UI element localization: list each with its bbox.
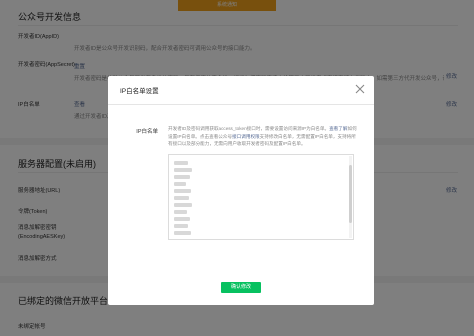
blurred-ip-entry — [174, 224, 188, 228]
dialog-title: IP白名单设置 — [120, 88, 159, 95]
blurred-ip-entry — [174, 196, 189, 200]
blurred-ip-entry — [174, 189, 191, 193]
confirm-modify-button[interactable]: 确认修改 — [221, 282, 261, 293]
blurred-ip-entry — [174, 161, 188, 165]
learn-more-link[interactable]: 查看了解 — [329, 126, 347, 131]
dialog-description: 开发者ID及密码调用获取access_token接口时，需要设置访问来源IP为白… — [168, 125, 358, 148]
blurred-ip-entry — [174, 231, 191, 235]
desc-text: 接口时，需要设置访问来源IP为白名单。 — [246, 126, 330, 131]
blurred-ip-entry — [174, 217, 190, 221]
blurred-ip-entry — [174, 175, 190, 179]
field-label-ip-whitelist: IP白名单 — [136, 129, 158, 135]
ip-whitelist-textarea[interactable] — [168, 154, 354, 240]
scrollbar-thumb[interactable] — [349, 165, 352, 223]
desc-text: 点击查看公众号 — [199, 133, 233, 139]
blurred-ip-entry — [174, 168, 192, 172]
close-icon[interactable] — [353, 82, 367, 96]
desc-text: access_token — [218, 126, 247, 131]
blurred-ip-entry — [174, 210, 187, 214]
blurred-ip-entry — [174, 203, 192, 207]
ip-whitelist-dialog: IP白名单设置 IP白名单 开发者ID及密码调用获取access_token接口… — [108, 76, 374, 305]
dialog-header: IP白名单设置 — [108, 76, 374, 105]
desc-text: 开发者ID及密码调用获取 — [168, 126, 219, 131]
api-permission-link[interactable]: 接口调用权限 — [232, 134, 260, 139]
blurred-ip-entry — [174, 182, 186, 186]
